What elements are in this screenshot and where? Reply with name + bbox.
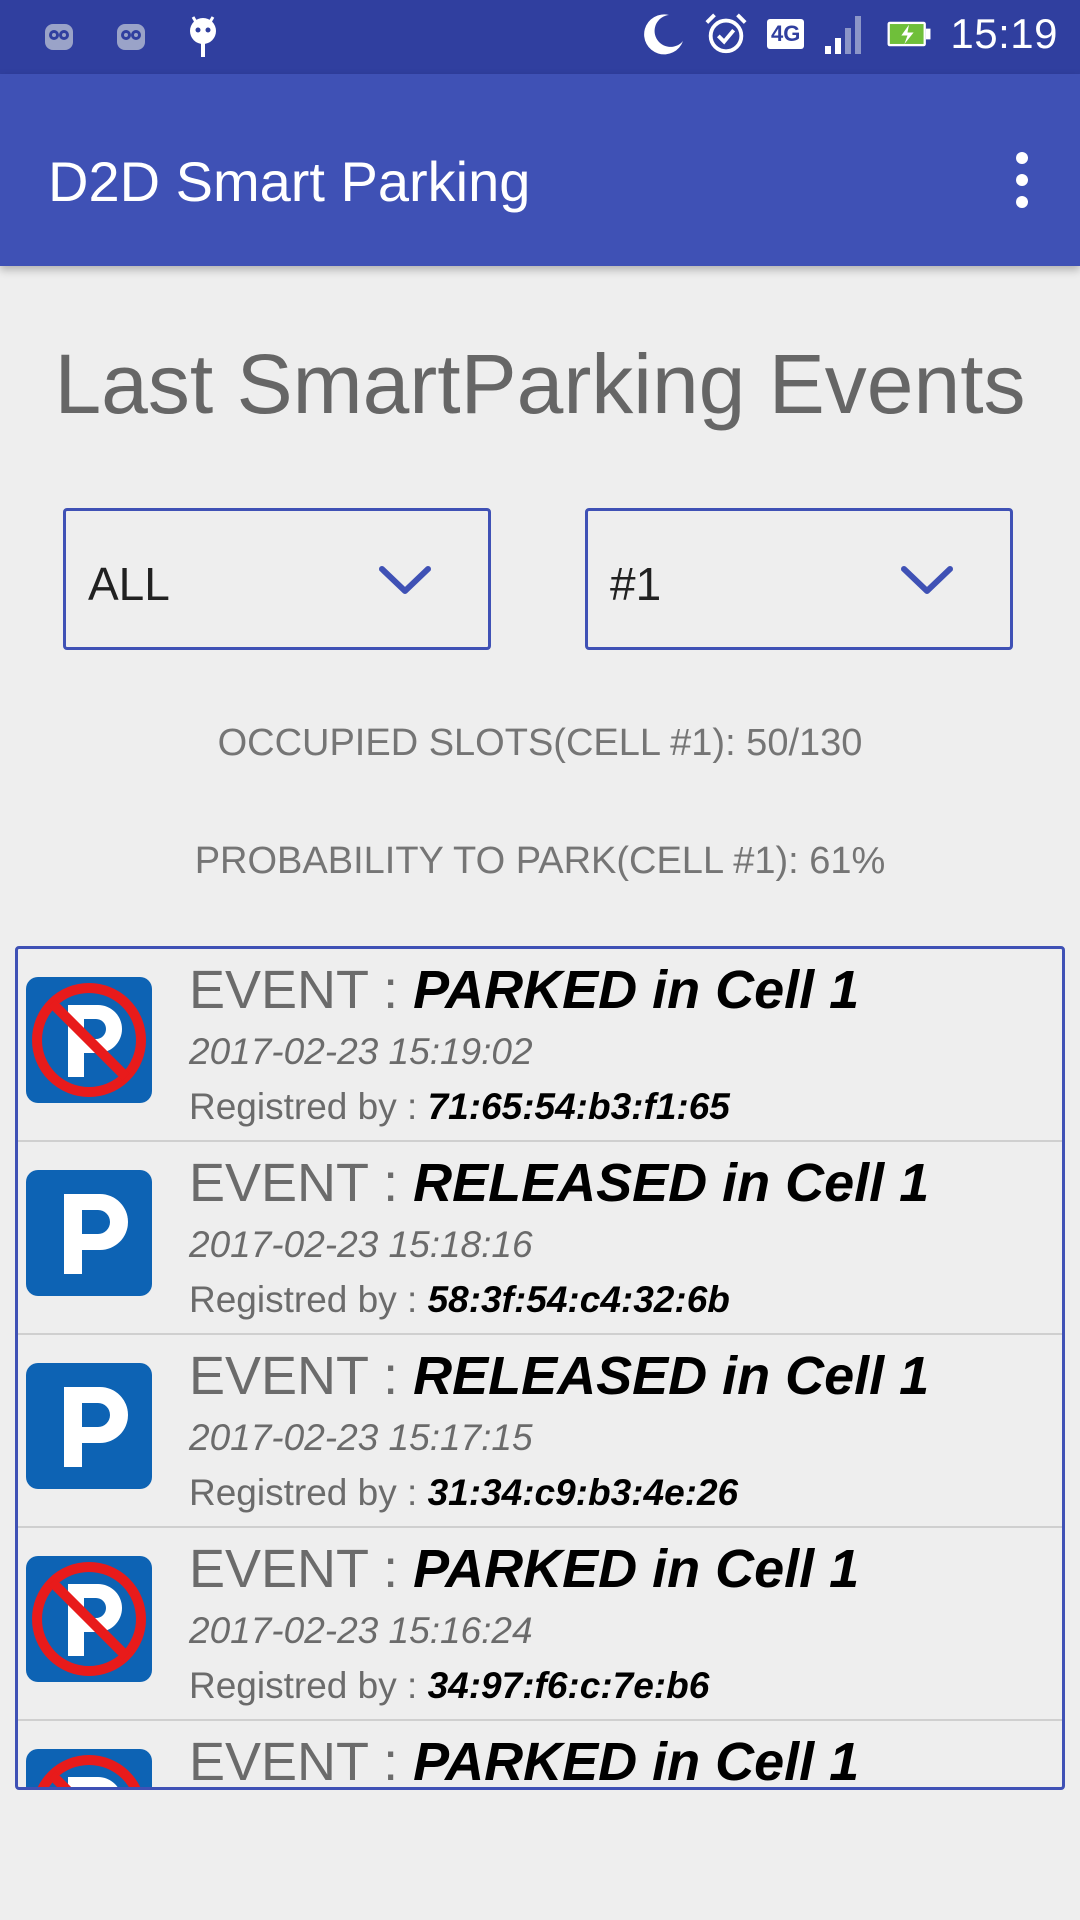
app-title: D2D Smart Parking (48, 150, 531, 213)
cell-selected: #1 (610, 558, 662, 610)
moon-icon (639, 11, 685, 57)
cell-dropdown[interactable]: #1 (585, 508, 1013, 650)
owl-icon (108, 14, 154, 60)
event-value: RELEASED in Cell 1 (413, 1153, 930, 1213)
status-bar: 4G 15:19 (0, 0, 1080, 74)
parking-icon (26, 1170, 152, 1296)
mac-address: 71:65:54:b3:f1:65 (427, 1086, 730, 1127)
alarm-icon (703, 11, 749, 57)
mac-address: 34:97:f6:c:7e:b6 (427, 1665, 710, 1706)
signal-icon (822, 11, 868, 57)
event-list[interactable]: EVENT : PARKED in Cell 1 2017-02-23 15:1… (15, 946, 1065, 1790)
event-value: PARKED in Cell 1 (413, 1539, 860, 1599)
event-timestamp: 2017-02-23 15:16:24 (189, 1610, 533, 1651)
no-parking-icon (26, 1749, 152, 1787)
list-item[interactable]: EVENT : PARKED in Cell 1 2017-02-23 15:1… (18, 949, 1062, 1142)
registered-by-label: Registred by : (189, 1665, 428, 1706)
list-item[interactable]: EVENT : PARKED in Cell 1 (18, 1721, 1062, 1790)
event-type-dropdown[interactable]: ALL (63, 508, 491, 650)
chevron-down-icon (379, 566, 431, 594)
chevron-down-icon (901, 566, 953, 594)
event-label: EVENT : (189, 1732, 414, 1790)
probability-text: PROBABILITY TO PARK(CELL #1): 61% (194, 840, 886, 882)
parking-icon (26, 1363, 152, 1489)
event-value: PARKED in Cell 1 (413, 1732, 860, 1790)
event-timestamp: 2017-02-23 15:18:16 (189, 1224, 533, 1265)
event-timestamp: 2017-02-23 15:19:02 (189, 1031, 533, 1072)
network-type: 4G (767, 19, 805, 49)
list-item[interactable]: EVENT : PARKED in Cell 1 2017-02-23 15:1… (18, 1528, 1062, 1721)
battery-charging-icon (886, 11, 932, 57)
event-type-selected: ALL (88, 558, 170, 610)
clock: 15:19 (950, 10, 1058, 57)
occupied-slots-text: OCCUPIED SLOTS(CELL #1): 50/130 (217, 722, 863, 764)
overflow-menu-icon (1016, 174, 1028, 186)
app-bar: D2D Smart Parking (0, 74, 1080, 266)
mac-address: 58:3f:54:c4:32:6b (427, 1279, 730, 1320)
android-icon (180, 14, 226, 60)
overflow-menu-icon (1016, 196, 1028, 208)
no-parking-icon (26, 977, 152, 1103)
mac-address: 31:34:c9:b3:4e:26 (427, 1472, 739, 1513)
overflow-menu-button[interactable] (990, 144, 1054, 216)
event-label: EVENT : (189, 1153, 414, 1213)
list-item[interactable]: EVENT : RELEASED in Cell 1 2017-02-23 15… (18, 1335, 1062, 1528)
list-item[interactable]: EVENT : RELEASED in Cell 1 2017-02-23 15… (18, 1142, 1062, 1335)
event-value: RELEASED in Cell 1 (413, 1346, 930, 1406)
page-title: Last SmartParking Events (54, 337, 1026, 431)
event-value: PARKED in Cell 1 (413, 960, 860, 1020)
registered-by-label: Registred by : (189, 1086, 428, 1127)
event-label: EVENT : (189, 1539, 414, 1599)
registered-by-label: Registred by : (189, 1472, 428, 1513)
owl-icon (36, 14, 82, 60)
event-label: EVENT : (189, 960, 414, 1020)
event-label: EVENT : (189, 1346, 414, 1406)
event-timestamp: 2017-02-23 15:17:15 (189, 1417, 533, 1458)
no-parking-icon (26, 1556, 152, 1682)
overflow-menu-icon (1016, 152, 1028, 164)
registered-by-label: Registred by : (189, 1279, 428, 1320)
